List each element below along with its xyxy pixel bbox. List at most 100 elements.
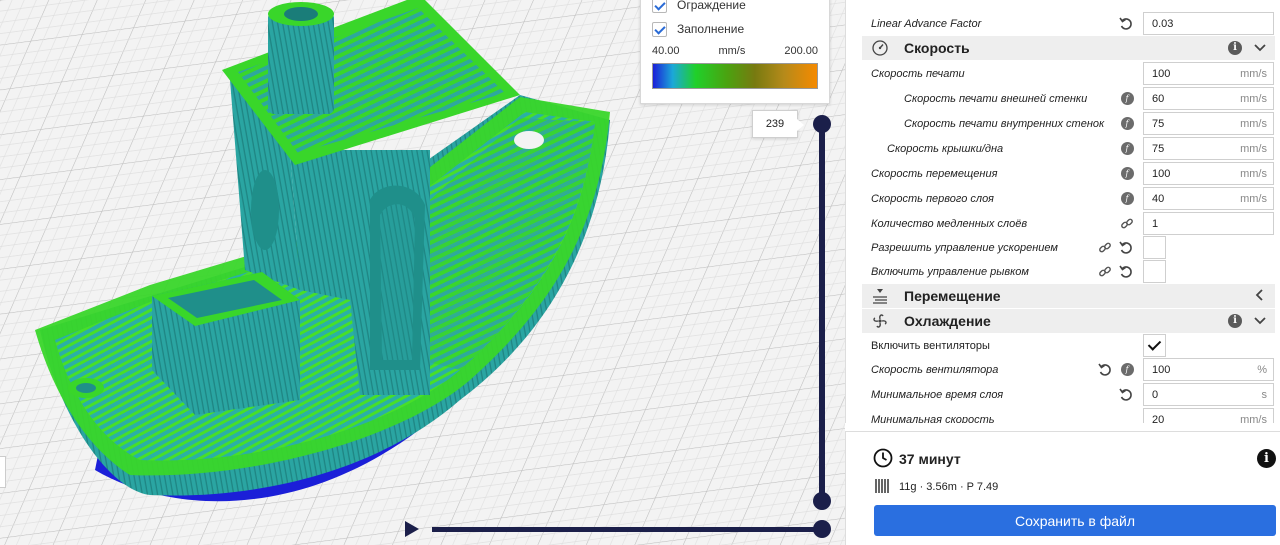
legend-item-infill[interactable]: Заполнение [652, 17, 818, 41]
layer-slider-bottom-handle[interactable] [813, 492, 831, 510]
setting-label: Скорость вентилятора [871, 363, 999, 376]
outer-wall-speed-input[interactable]: 60 mm/s [1143, 87, 1274, 110]
field-value: 75 [1152, 142, 1165, 155]
inner-wall-speed-input[interactable]: 75 mm/s [1143, 112, 1274, 135]
jerk-control-checkbox[interactable] [1143, 260, 1166, 283]
setting-row-jerk-control: Включить управление рывком [846, 259, 1280, 284]
field-value: 0.03 [1152, 17, 1174, 30]
setting-label: Linear Advance Factor [871, 17, 982, 30]
linear-advance-input[interactable]: 0.03 [1143, 12, 1274, 35]
function-icon[interactable]: f [1120, 363, 1134, 377]
layer-slider-track[interactable] [819, 124, 825, 502]
setting-row-travel-speed: Скорость перемещения f 100 mm/s [846, 161, 1280, 186]
setting-row-fan-speed: Скорость вентилятора f 100 % [846, 357, 1280, 382]
field-value: 100 [1152, 67, 1171, 80]
legend-item-label: Заполнение [677, 22, 745, 36]
speed-gradient-bar [652, 63, 818, 89]
field-unit: mm/s [1240, 92, 1267, 105]
reset-icon[interactable] [1098, 363, 1112, 377]
section-title: Скорость [904, 40, 970, 56]
cabin-side-porthole [251, 170, 279, 250]
filament-spool-icon [874, 478, 890, 494]
layer-slider-top-handle[interactable] [813, 115, 831, 133]
setting-row-print-speed: Скорость печати 100 mm/s [846, 61, 1280, 86]
reset-icon[interactable] [1119, 265, 1133, 279]
material-stats: 11g · 3.56m · P 7.49 [899, 481, 999, 493]
slow-layers-input[interactable]: 1 [1143, 212, 1274, 235]
chimney [268, 12, 334, 114]
field-unit: % [1257, 363, 1267, 376]
print-action-panel: 37 минут i 11g · 3.56m · P 7.49 Сохранит… [845, 431, 1280, 545]
chevron-left-icon[interactable] [1252, 287, 1268, 303]
function-icon[interactable]: f [1120, 92, 1134, 106]
section-travel[interactable]: Перемещение [862, 284, 1275, 308]
info-icon[interactable]: i [1228, 41, 1242, 55]
chevron-down-icon[interactable] [1252, 39, 1268, 55]
play-icon[interactable] [405, 521, 419, 537]
save-to-file-button[interactable]: Сохранить в файл [874, 505, 1276, 536]
reset-icon[interactable] [1119, 388, 1133, 402]
field-value: 100 [1152, 363, 1171, 376]
path-slider-track[interactable] [432, 527, 824, 532]
legend-unit: mm/s [718, 45, 746, 57]
field-unit: mm/s [1240, 117, 1267, 130]
stern-hole [514, 131, 544, 149]
setting-row-top-bottom-speed: Скорость крышки/дна f 75 mm/s [846, 136, 1280, 161]
field-value: 100 [1152, 167, 1171, 180]
field-unit: mm/s [1240, 142, 1267, 155]
min-layer-time-input[interactable]: 0 s [1143, 383, 1274, 406]
setting-row-enable-fans: Включить вентиляторы [846, 333, 1280, 358]
reset-icon[interactable] [1119, 17, 1133, 31]
fan-icon [872, 313, 888, 329]
setting-label: Минимальная скорость [871, 413, 995, 424]
color-scheme-legend: Ограждение Заполнение 40.00 mm/s 200.00 [640, 0, 830, 104]
function-icon[interactable]: f [1120, 117, 1134, 131]
setting-row-first-layer-speed: Скорость первого слоя f 40 mm/s [846, 186, 1280, 211]
section-speed[interactable]: Скорость i [862, 36, 1275, 60]
3d-viewport[interactable]: Ограждение Заполнение 40.00 mm/s 200.00 … [0, 0, 845, 545]
enable-fans-checkbox[interactable] [1143, 334, 1166, 357]
field-unit: s [1261, 388, 1268, 401]
print-speed-input[interactable]: 100 mm/s [1143, 62, 1274, 85]
first-layer-speed-input[interactable]: 40 mm/s [1143, 187, 1274, 210]
field-unit: mm/s [1240, 167, 1267, 180]
setting-label: Включить управление рывком [871, 265, 1029, 278]
function-icon[interactable]: f [1120, 192, 1134, 206]
acceleration-control-checkbox[interactable] [1143, 236, 1166, 259]
setting-row-inner-wall-speed: Скорость печати внутренних стенок f 75 m… [846, 111, 1280, 136]
section-cooling[interactable]: Охлаждение i [862, 309, 1275, 333]
setting-row-min-speed: Минимальная скорость 20 mm/s [846, 407, 1280, 423]
link-icon[interactable] [1120, 217, 1134, 231]
checkbox-icon[interactable] [652, 0, 667, 13]
setting-label: Минимальное время слоя [871, 388, 1004, 401]
info-icon[interactable]: i [1228, 314, 1242, 328]
setting-row-linear-advance: Linear Advance Factor 0.03 [846, 11, 1280, 36]
field-value: 40 [1152, 192, 1165, 205]
legend-max: 200.00 [784, 45, 818, 57]
function-icon[interactable]: f [1120, 167, 1134, 181]
link-icon[interactable] [1098, 265, 1112, 279]
info-icon[interactable]: i [1257, 449, 1276, 468]
fan-speed-input[interactable]: 100 % [1143, 358, 1274, 381]
function-icon[interactable]: f [1120, 142, 1134, 156]
setting-row-min-layer-time: Минимальное время слоя 0 s [846, 382, 1280, 407]
legend-min: 40.00 [652, 45, 680, 57]
setting-row-slow-layers: Количество медленных слоёв 1 [846, 211, 1280, 236]
collapsed-panel-edge[interactable] [0, 456, 6, 488]
link-icon[interactable] [1098, 241, 1112, 255]
checkbox-icon[interactable] [652, 21, 667, 37]
chevron-down-icon[interactable] [1252, 312, 1268, 328]
top-bottom-speed-input[interactable]: 75 mm/s [1143, 137, 1274, 160]
reset-icon[interactable] [1119, 241, 1133, 255]
field-value: 0 [1152, 388, 1159, 401]
speedometer-icon [872, 40, 888, 56]
min-speed-input[interactable]: 20 mm/s [1143, 408, 1274, 423]
field-value: 20 [1152, 413, 1165, 424]
field-value: 75 [1152, 117, 1165, 130]
legend-item-walls[interactable]: Ограждение [652, 0, 818, 17]
legend-item-label: Ограждение [677, 0, 746, 12]
field-value: 1 [1152, 217, 1159, 230]
path-slider-handle[interactable] [813, 520, 831, 538]
setting-label: Скорость печати [871, 67, 965, 80]
travel-speed-input[interactable]: 100 mm/s [1143, 162, 1274, 185]
